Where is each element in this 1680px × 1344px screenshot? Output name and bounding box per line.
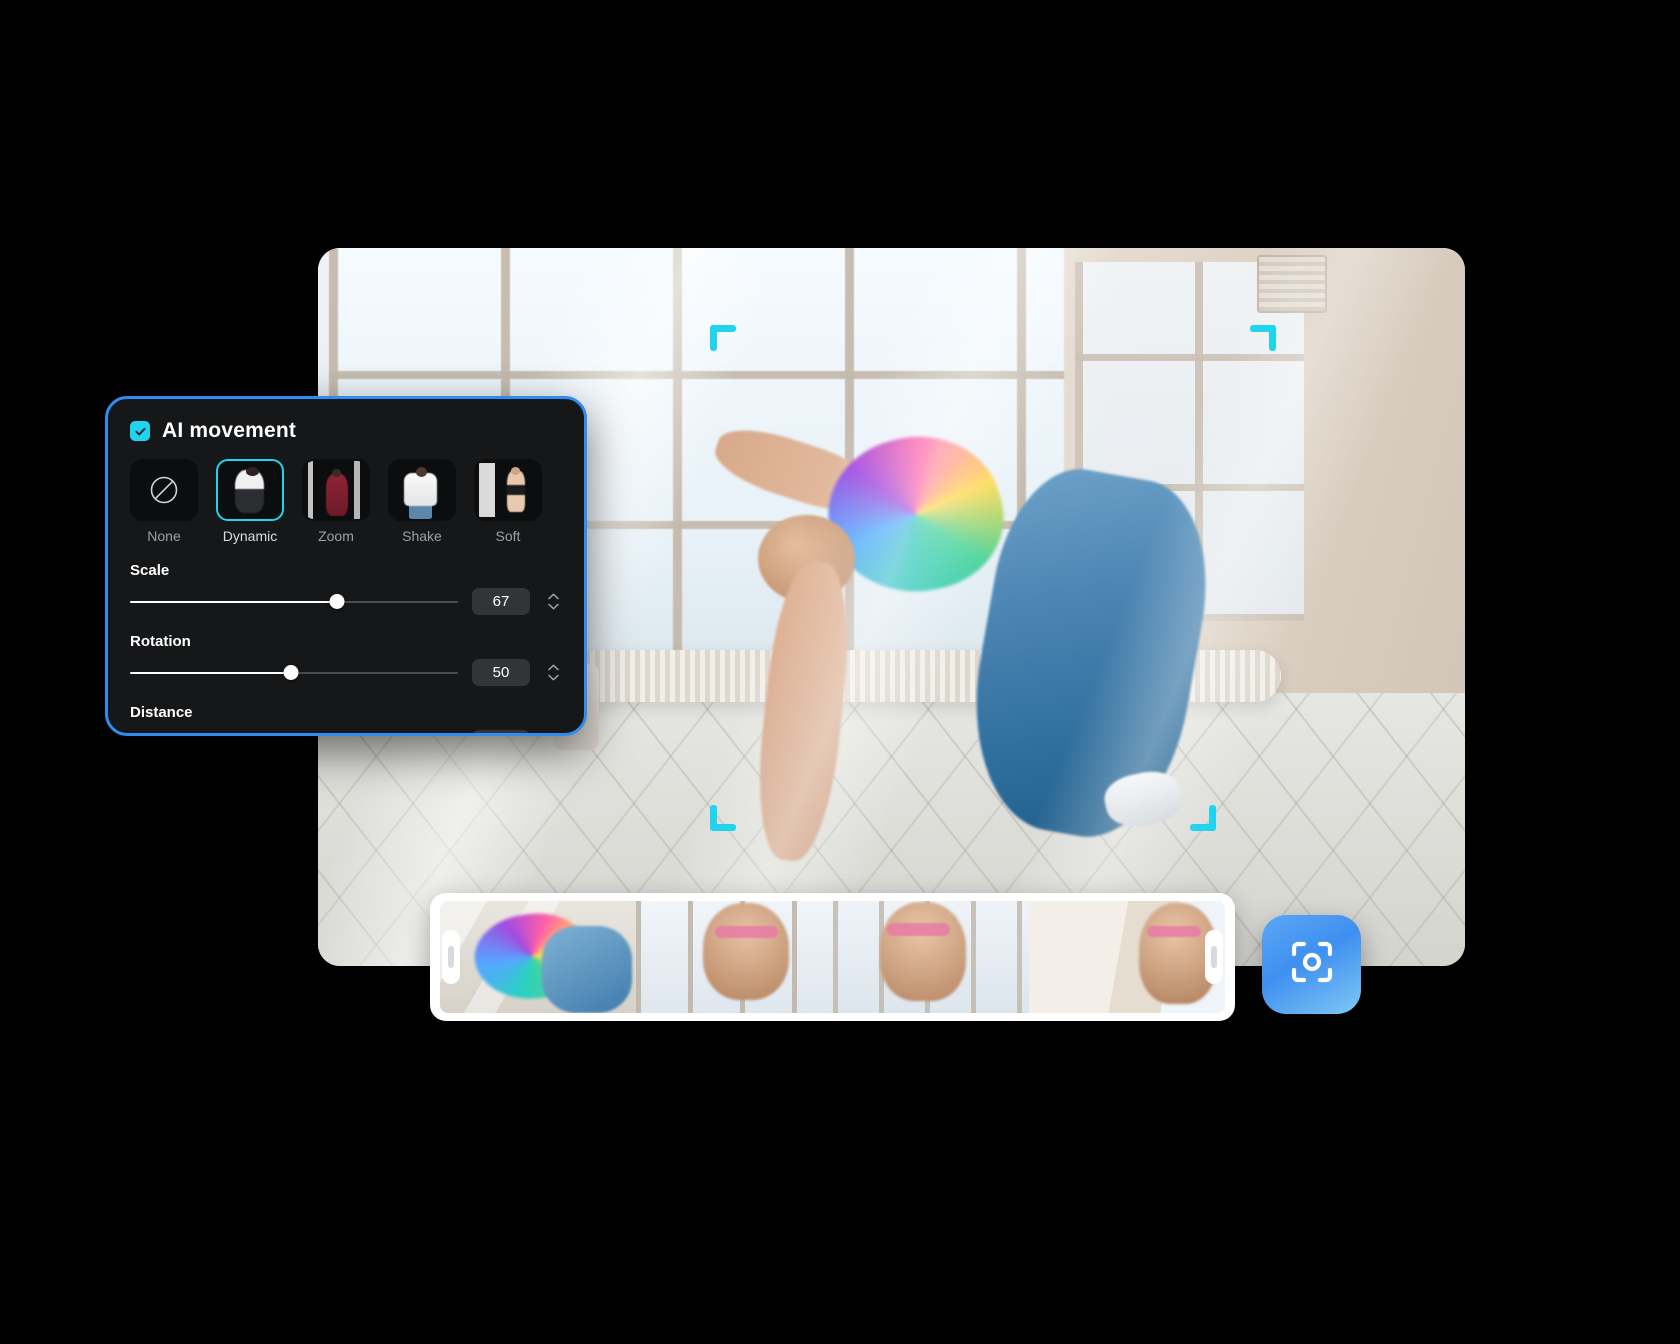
preset-zoom-label: Zoom xyxy=(318,528,354,544)
dancer-support-arm xyxy=(749,558,857,864)
rotation-slider-thumb[interactable] xyxy=(283,665,298,680)
filmstrip-frame-4[interactable] xyxy=(1029,901,1225,1013)
dancer-soft-thumbnail xyxy=(474,459,542,521)
timeline-filmstrip[interactable] xyxy=(430,893,1235,1021)
preset-shake[interactable]: Shake xyxy=(388,459,456,544)
stepper-up-icon xyxy=(548,735,559,736)
focus-frame-camera-icon xyxy=(1288,938,1336,991)
stepper-up-icon xyxy=(548,664,559,671)
panel-title: AI movement xyxy=(162,419,296,443)
distance-stepper[interactable] xyxy=(544,730,562,736)
ai-movement-panel[interactable]: AI movement None Dynamic xyxy=(105,396,587,736)
rotation-label: Rotation xyxy=(130,633,562,650)
rotation-slider[interactable] xyxy=(130,664,458,682)
auto-frame-button[interactable] xyxy=(1262,915,1361,1014)
trim-handle-right[interactable] xyxy=(1205,930,1223,984)
stepper-up-icon xyxy=(548,593,559,600)
slider-row-distance: Distance 73 xyxy=(108,704,584,736)
trim-handle-left[interactable] xyxy=(442,930,460,984)
dancer-subject xyxy=(662,406,1304,923)
slider-row-rotation: Rotation 50 xyxy=(108,633,584,686)
selection-bracket-bottom-right[interactable] xyxy=(1190,805,1216,831)
dancer-zoom-thumbnail xyxy=(302,459,370,521)
scale-slider-thumb[interactable] xyxy=(329,594,344,609)
distance-label: Distance xyxy=(130,704,562,721)
preset-none[interactable]: None xyxy=(130,459,198,544)
filmstrip-frames[interactable] xyxy=(440,901,1225,1013)
selection-bracket-bottom-left[interactable] xyxy=(710,805,736,831)
selection-bracket-top-right[interactable] xyxy=(1250,325,1276,351)
scale-value-input[interactable]: 67 xyxy=(472,588,530,615)
stepper-down-icon xyxy=(548,674,559,681)
distance-value-input[interactable]: 73 xyxy=(472,730,530,736)
preset-dynamic[interactable]: Dynamic xyxy=(216,459,284,544)
preset-shake-label: Shake xyxy=(402,528,442,544)
preset-soft[interactable]: Soft xyxy=(474,459,542,544)
scale-slider[interactable] xyxy=(130,593,458,611)
distance-slider[interactable] xyxy=(130,735,458,737)
preset-list[interactable]: None Dynamic Zoom Shake xyxy=(108,443,584,544)
panel-header: AI movement xyxy=(108,419,584,443)
scale-label: Scale xyxy=(130,562,562,579)
filmstrip-frame-3[interactable] xyxy=(833,901,1029,1013)
rotation-value-input[interactable]: 50 xyxy=(472,659,530,686)
check-icon xyxy=(134,425,147,438)
preset-dynamic-label: Dynamic xyxy=(223,528,277,544)
selection-bracket-top-left[interactable] xyxy=(710,325,736,351)
filmstrip-frame-2[interactable] xyxy=(636,901,832,1013)
dancer-dynamic-thumbnail xyxy=(216,459,284,521)
app-root: AI movement None Dynamic xyxy=(0,0,1680,1344)
slider-row-scale: Scale 67 xyxy=(108,562,584,615)
preset-zoom[interactable]: Zoom xyxy=(302,459,370,544)
preset-none-label: None xyxy=(147,528,180,544)
wall-vent xyxy=(1257,255,1327,313)
stepper-down-icon xyxy=(548,603,559,610)
preset-soft-label: Soft xyxy=(496,528,521,544)
rotation-stepper[interactable] xyxy=(544,659,562,686)
dancer-shake-thumbnail xyxy=(388,459,456,521)
ai-movement-checkbox[interactable] xyxy=(130,421,150,441)
filmstrip-frame-1[interactable] xyxy=(440,901,636,1013)
scale-stepper[interactable] xyxy=(544,588,562,615)
no-motion-icon xyxy=(130,459,198,521)
